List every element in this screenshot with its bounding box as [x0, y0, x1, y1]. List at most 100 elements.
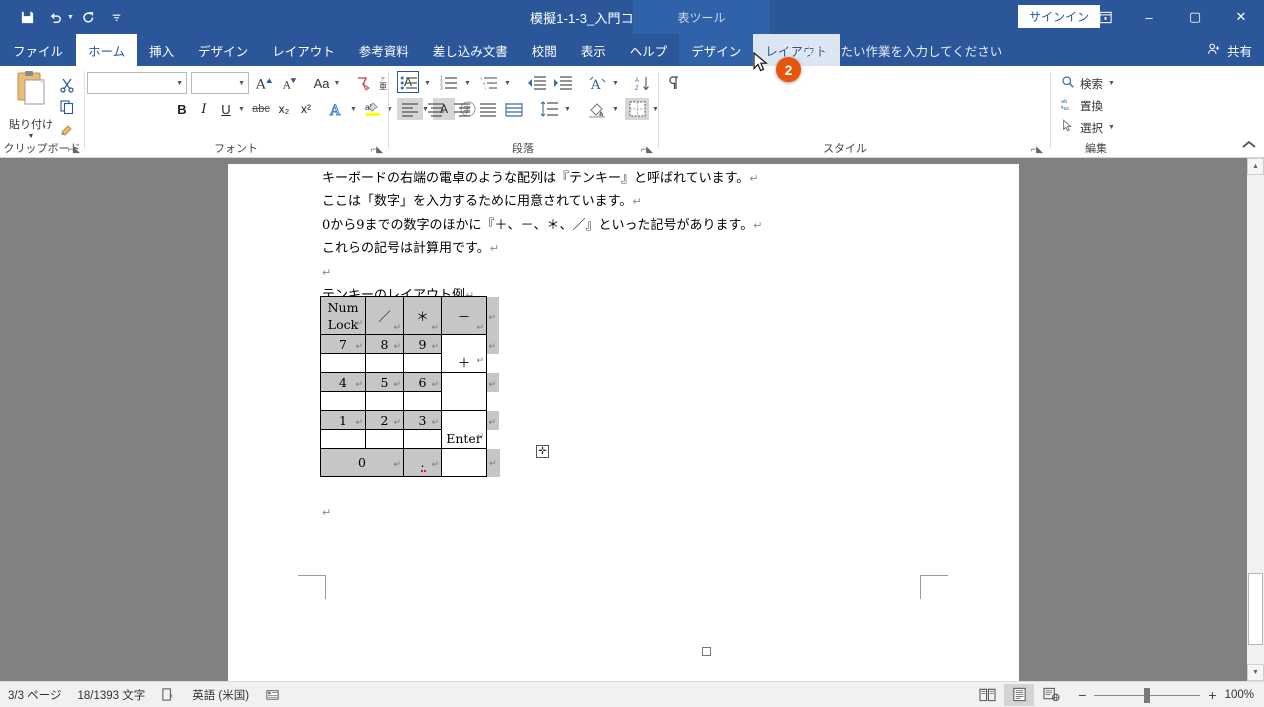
- print-layout-view-button[interactable]: [1004, 683, 1035, 706]
- record-macro-icon[interactable]: [257, 682, 288, 707]
- replace-button[interactable]: ab ac 置換: [1061, 97, 1103, 114]
- zoom-out-button[interactable]: −: [1078, 687, 1086, 703]
- web-layout-view-button[interactable]: [1036, 684, 1066, 706]
- table-cell-3[interactable]: 3 ↵: [403, 410, 442, 430]
- font-size-combo[interactable]: ▼: [191, 72, 249, 94]
- bullets-icon[interactable]: [397, 72, 421, 94]
- table-cell-enter-lower[interactable]: [441, 448, 487, 477]
- tab-mailings[interactable]: 差し込み文書: [421, 34, 520, 66]
- numbering-caret[interactable]: ▼: [461, 72, 474, 94]
- document-body-text[interactable]: キーボードの右端の電卓のような配列は『テンキー』と呼ばれています。↵ ここは「数…: [322, 167, 922, 307]
- scrollbar-thumb[interactable]: [1248, 573, 1263, 645]
- shading-icon[interactable]: [585, 98, 609, 120]
- numbering-icon[interactable]: 123: [437, 72, 461, 94]
- share-button[interactable]: 共有: [1207, 34, 1252, 66]
- table-cell-9[interactable]: 9 ↵: [403, 334, 442, 354]
- tab-insert[interactable]: 挿入: [137, 34, 186, 66]
- find-button[interactable]: 検索 ▼: [1061, 75, 1115, 92]
- maximize-button[interactable]: ▢: [1172, 0, 1218, 34]
- zoom-slider[interactable]: [1094, 685, 1201, 705]
- tab-view[interactable]: 表示: [569, 34, 618, 66]
- clipboard-dialog-launcher[interactable]: ⌐◣: [68, 144, 80, 155]
- document-scrollbar[interactable]: ▲ ▼: [1247, 158, 1264, 681]
- customize-qat-icon[interactable]: [104, 4, 130, 30]
- tab-layout[interactable]: レイアウト: [260, 34, 347, 66]
- tab-file[interactable]: ファイル: [0, 34, 76, 66]
- align-right-icon[interactable]: [449, 98, 475, 120]
- styles-dialog-launcher[interactable]: ⌐◣: [1031, 144, 1043, 155]
- text-highlight-icon[interactable]: ab: [361, 98, 385, 120]
- numeric-keypad-table[interactable]: Num Lock ↵ ／ ↵ ＊ ↵ － ↵ ↵ 7 ↵ 8 ↵ 9 ↵ ＋ ↵…: [320, 296, 500, 477]
- table-cell-0[interactable]: 0 ↵: [320, 448, 404, 477]
- language-indicator[interactable]: 英語 (米国): [184, 682, 257, 707]
- table-cell-blank-2[interactable]: [365, 353, 404, 373]
- scroll-down-icon[interactable]: ▼: [1247, 664, 1264, 681]
- zoom-level-label[interactable]: 100%: [1225, 689, 1254, 701]
- scroll-up-icon[interactable]: ▲: [1247, 158, 1264, 175]
- table-move-handle[interactable]: ✛: [536, 445, 549, 458]
- ribbon-display-options-icon[interactable]: [1084, 0, 1126, 34]
- align-left-icon[interactable]: [397, 98, 423, 120]
- page-indicator[interactable]: 3/3 ページ: [0, 682, 69, 707]
- table-cell-blank-7[interactable]: [320, 429, 366, 449]
- table-cell-4[interactable]: 4 ↵: [320, 372, 366, 392]
- font-name-combo[interactable]: ▼: [87, 72, 187, 94]
- asian-layout-icon[interactable]: A: [585, 72, 609, 94]
- save-icon[interactable]: [14, 4, 40, 30]
- underline-button[interactable]: U: [215, 98, 237, 120]
- table-cell-7[interactable]: 7 ↵: [320, 334, 366, 354]
- italic-button[interactable]: I: [193, 98, 215, 120]
- close-button[interactable]: ✕: [1218, 0, 1264, 34]
- table-cell-blank-6[interactable]: [403, 391, 442, 411]
- text-effects-icon[interactable]: A: [325, 98, 349, 120]
- zoom-in-button[interactable]: +: [1208, 687, 1216, 703]
- table-cell-blank-9[interactable]: [403, 429, 442, 449]
- superscript-button[interactable]: x²: [295, 98, 317, 120]
- table-cell-period[interactable]: . ↵: [403, 448, 442, 477]
- zoom-slider-thumb[interactable]: [1144, 687, 1151, 703]
- distribute-icon[interactable]: [501, 98, 527, 120]
- read-mode-view-button[interactable]: [972, 684, 1002, 706]
- table-cell-minus[interactable]: － ↵: [441, 296, 487, 335]
- collapse-ribbon-chevron[interactable]: [1241, 140, 1257, 153]
- table-cell-blank-8[interactable]: [365, 429, 404, 449]
- text-effects-caret[interactable]: ▼: [347, 98, 360, 120]
- sort-icon[interactable]: AZ: [631, 72, 655, 94]
- table-cell-plus[interactable]: ＋ ↵: [441, 334, 487, 373]
- increase-indent-icon[interactable]: [549, 72, 575, 94]
- strikethrough-button[interactable]: abc: [249, 98, 273, 120]
- asian-layout-caret[interactable]: ▼: [609, 72, 622, 94]
- table-cell-plus-lower[interactable]: [441, 372, 487, 411]
- table-cell-multiply[interactable]: ＊ ↵: [403, 296, 442, 335]
- redo-icon[interactable]: [76, 4, 102, 30]
- tab-design[interactable]: デザイン: [186, 34, 260, 66]
- table-cell-blank-3[interactable]: [403, 353, 442, 373]
- tab-review[interactable]: 校閲: [520, 34, 569, 66]
- tab-references[interactable]: 参考資料: [347, 34, 421, 66]
- multilevel-list-icon[interactable]: 1ai: [477, 72, 501, 94]
- table-cell-enter[interactable]: Enter ↵: [441, 410, 487, 449]
- clear-formatting-icon[interactable]: [351, 72, 375, 94]
- line-spacing-caret[interactable]: ▼: [561, 98, 574, 120]
- paste-button[interactable]: 貼り付け ▼: [8, 70, 54, 144]
- table-resize-handle[interactable]: [702, 647, 711, 656]
- table-cell-blank-1[interactable]: [320, 353, 366, 373]
- table-cell-blank-4[interactable]: [320, 391, 366, 411]
- font-dialog-launcher[interactable]: ⌐◣: [371, 144, 383, 155]
- copy-icon[interactable]: [56, 96, 78, 117]
- bullets-caret[interactable]: ▼: [421, 72, 434, 94]
- undo-dropdown-caret[interactable]: ▼: [67, 14, 74, 21]
- table-cell-blank-5[interactable]: [365, 391, 404, 411]
- paragraph-dialog-launcher[interactable]: ⌐◣: [641, 144, 653, 155]
- justify-icon[interactable]: [475, 98, 501, 120]
- bold-button[interactable]: B: [171, 98, 193, 120]
- cut-scissors-icon[interactable]: [56, 74, 78, 95]
- table-cell-6[interactable]: 6 ↵: [403, 372, 442, 392]
- document-page[interactable]: キーボードの右端の電卓のような配列は『テンキー』と呼ばれています。↵ ここは「数…: [228, 164, 1019, 707]
- decrease-indent-icon[interactable]: [523, 72, 549, 94]
- align-center-icon[interactable]: [423, 98, 449, 120]
- borders-icon[interactable]: [625, 98, 649, 120]
- tell-me-box[interactable]: 実行したい作業を入力してください: [783, 34, 1002, 66]
- tab-table-design[interactable]: デザイン: [679, 34, 754, 66]
- select-button[interactable]: 選択 ▼: [1061, 119, 1115, 136]
